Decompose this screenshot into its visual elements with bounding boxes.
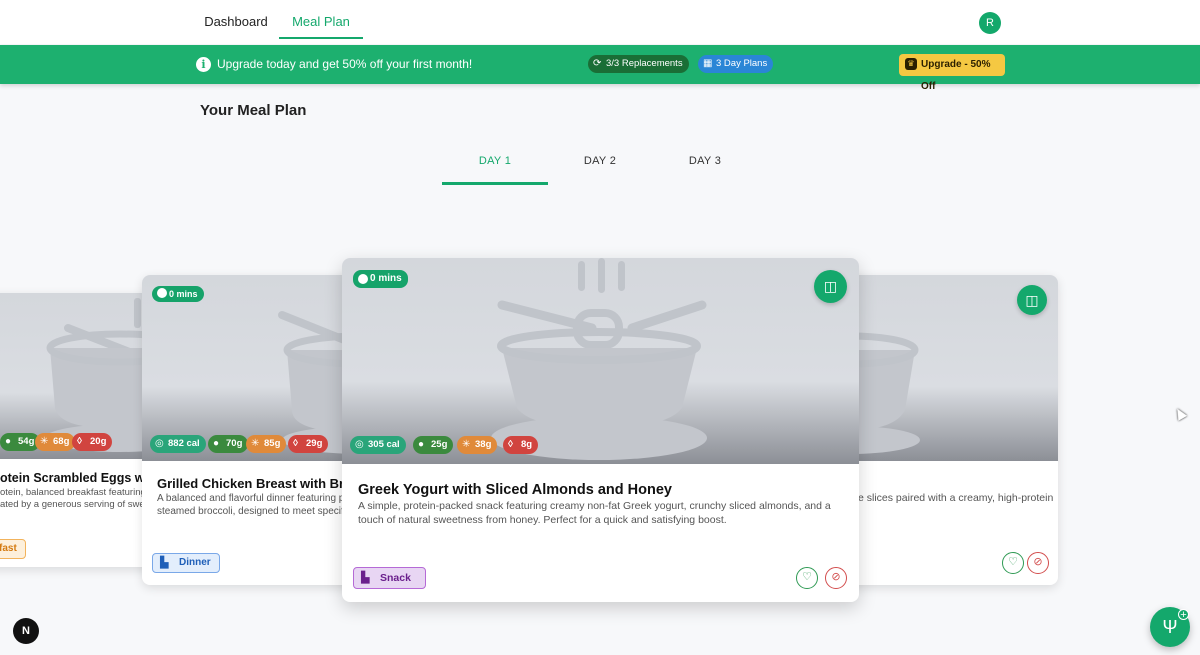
- fire-icon: ◎: [355, 439, 364, 450]
- upgrade-button[interactable]: ♛ Upgrade - 50% Off: [899, 54, 1005, 92]
- carbs-chip: ✳ 38g: [457, 436, 498, 454]
- flame-icon: ◊: [508, 439, 513, 450]
- nav-tab-meal-plan[interactable]: Meal Plan: [279, 0, 363, 39]
- meal-image: 0 mins ◫ ◎ 305 cal ● 25g ✳ 38g ◊ 8g: [342, 258, 859, 464]
- fat-value: 20g: [90, 436, 107, 447]
- wheat-icon: ✳: [462, 439, 471, 450]
- swap-meal-button[interactable]: ◫: [814, 270, 847, 303]
- info-icon: i: [196, 57, 211, 72]
- meal-title: Grilled Chicken Breast with Brow: [157, 476, 363, 491]
- clock-icon: [157, 288, 167, 298]
- fire-icon: ◎: [155, 438, 164, 449]
- meal-type-label: Dinner: [179, 557, 211, 568]
- prep-time-value: 0 mins: [370, 273, 402, 284]
- mouse-cursor-icon: [1172, 406, 1188, 421]
- page-title: Your Meal Plan: [200, 102, 307, 119]
- swap-icon: ◫: [1025, 292, 1039, 308]
- wheat-icon: ✳: [40, 436, 49, 447]
- calories-value: 305 cal: [368, 439, 400, 450]
- protein-value: 54g: [18, 436, 35, 447]
- carbs-value: 68g: [53, 436, 70, 447]
- drop-icon: ●: [213, 438, 220, 449]
- replacements-chip: ⟳ 3/3 Replacements: [588, 55, 689, 73]
- protein-chip: ● 25g: [413, 436, 454, 454]
- drop-icon: ●: [418, 439, 425, 450]
- banner-message: Upgrade today and get 50% off your first…: [217, 57, 473, 71]
- wheat-icon: ✳: [251, 438, 260, 449]
- tab-day-1[interactable]: DAY 1: [442, 150, 548, 185]
- calories-chip: ◎ 882 cal: [150, 435, 206, 453]
- calendar-icon: ▦: [703, 58, 713, 69]
- carbs-chip: ✳ 85g: [246, 435, 287, 453]
- snack-icon: ▙: [361, 572, 370, 584]
- meal-type-tag: fast: [0, 539, 26, 559]
- like-button[interactable]: ♡: [796, 567, 818, 589]
- fat-chip: ◊ 8g: [503, 436, 539, 454]
- protein-chip: ● 70g: [208, 435, 249, 453]
- carbs-chip: ✳ 68g: [35, 433, 76, 451]
- ban-icon: ⊘: [1033, 556, 1043, 568]
- crown-icon: ♛: [905, 58, 917, 70]
- like-button[interactable]: ♡: [1002, 552, 1024, 574]
- dislike-button[interactable]: ⊘: [1027, 552, 1049, 574]
- meal-type-tag: ▙ Snack: [353, 567, 426, 589]
- fat-value: 29g: [306, 438, 323, 449]
- heart-icon: ♡: [802, 571, 812, 583]
- carbs-value: 38g: [475, 439, 492, 450]
- add-meal-button[interactable]: Ψ +: [1150, 607, 1190, 647]
- protein-value: 25g: [431, 439, 448, 450]
- prep-time-chip: 0 mins: [152, 286, 204, 302]
- day-plans-chip: ▦ 3 Day Plans: [698, 55, 774, 73]
- fat-chip: ◊ 29g: [288, 435, 329, 453]
- dev-badge[interactable]: N: [13, 618, 39, 644]
- swap-meal-button[interactable]: ◫: [1017, 285, 1047, 315]
- tab-day-2[interactable]: DAY 2: [547, 150, 653, 185]
- meal-title: Greek Yogurt with Sliced Almonds and Hon…: [358, 482, 672, 498]
- protein-value: 70g: [226, 438, 243, 449]
- prep-time-chip: 0 mins: [353, 270, 408, 288]
- calories-chip: ◎ 305 cal: [350, 436, 406, 454]
- dislike-button[interactable]: ⊘: [825, 567, 847, 589]
- meal-type-label: Snack: [380, 572, 411, 584]
- swap-icon: ◫: [823, 278, 838, 294]
- plus-icon: +: [1178, 609, 1189, 621]
- refresh-icon: ⟳: [593, 58, 602, 69]
- nav-tab-dashboard[interactable]: Dashboard: [200, 0, 272, 39]
- bowl-icon: [491, 258, 707, 460]
- meal-card-active[interactable]: 0 mins ◫ ◎ 305 cal ● 25g ✳ 38g ◊ 8g Greek Yo…: [342, 258, 859, 602]
- fat-chip: ◊ 20g: [72, 433, 113, 451]
- meal-type-tag: ▙ Dinner: [152, 553, 220, 573]
- meal-type-label: fast: [0, 543, 17, 554]
- prep-time-value: 0 mins: [169, 289, 198, 299]
- upgrade-label: Upgrade - 50% Off: [921, 59, 991, 92]
- tab-day-3[interactable]: DAY 3: [652, 150, 758, 185]
- fat-value: 8g: [521, 439, 533, 450]
- promo-banner: i Upgrade today and get 50% off your fir…: [0, 45, 1200, 92]
- flame-icon: ◊: [77, 436, 82, 447]
- avatar[interactable]: R: [979, 12, 1001, 34]
- heart-icon: ♡: [1008, 556, 1018, 568]
- dinner-icon: ▙: [160, 557, 169, 569]
- ban-icon: ⊘: [831, 571, 841, 583]
- clock-icon: [358, 274, 368, 284]
- fork-knife-icon: Ψ: [1162, 617, 1178, 637]
- flame-icon: ◊: [293, 438, 298, 449]
- day-plans-label: 3 Day Plans: [716, 58, 768, 69]
- meal-image: ◫: [840, 275, 1058, 461]
- calories-value: 882 cal: [168, 438, 200, 449]
- meal-description: A simple, protein-packed snack featuring…: [358, 500, 831, 526]
- replacements-label: 3/3 Replacements: [606, 58, 683, 69]
- carbs-value: 85g: [264, 438, 281, 449]
- meal-card[interactable]: ◫ e slices paired with a creamy, high-pr…: [840, 275, 1058, 585]
- meal-description: e slices paired with a creamy, high-prot…: [858, 492, 1054, 504]
- top-nav: Dashboard Meal Plan R: [0, 0, 1200, 44]
- drop-icon: ●: [5, 436, 12, 447]
